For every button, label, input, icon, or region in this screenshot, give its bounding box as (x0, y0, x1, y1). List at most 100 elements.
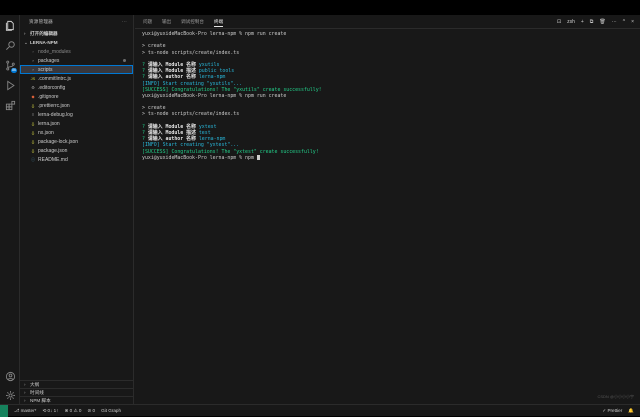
terminal-text: 请输入 Module 名称 (147, 123, 199, 130)
tree-item[interactable]: › packages (20, 56, 133, 65)
tree-item-label: README.md (38, 157, 68, 163)
terminal-text: > ts-node scripts/create/index.ts (142, 111, 240, 118)
tree-item[interactable]: JS .commitlintrc.js (20, 74, 133, 83)
more-actions-icon[interactable]: ··· (612, 15, 617, 29)
terminal-output[interactable]: yuxi@yuxideMacBook-Pro lerna-npm % npm r… (142, 31, 622, 161)
tree-item[interactable]: ⚙ .editorconfig (20, 83, 133, 92)
tree-item-label: scripts (38, 67, 53, 73)
tree-item-label: lerna-debug.log (38, 112, 73, 118)
explorer-title: 资源管理器 ··· (20, 15, 133, 29)
tree-item-label: .prettierrc.json (38, 103, 70, 109)
terminal-text: [INFO] Start creating "yxtest"... (142, 142, 240, 149)
close-panel-icon[interactable]: × (631, 15, 634, 29)
split-terminal-icon[interactable]: ⧉ (590, 15, 594, 29)
file-type-icon: {} (31, 139, 35, 144)
chevron-right-icon: › (32, 58, 34, 63)
terminal-panel: 问题 输出 调试控制台 终端 ⊡ zsh + ⧉ 🗑 ··· ^ × yuxi@… (135, 15, 640, 404)
open-editors-section[interactable]: › 打开的编辑器 (20, 29, 133, 38)
tree-item[interactable]: {} nx.json (20, 128, 133, 137)
explorer-sidebar: 资源管理器 ··· › 打开的编辑器 ⌄ LERNA-NPM › node_modul… (20, 15, 134, 404)
activity-bar: 86 (0, 15, 20, 404)
tree-item[interactable]: ◆ .gitignore (20, 92, 133, 101)
tree-item-label: nx.json (38, 130, 54, 136)
terminal-name[interactable]: zsh (567, 15, 575, 29)
file-type-icon: ≡ (31, 112, 35, 117)
project-label: LERNA-NPM (30, 40, 58, 45)
notifications-icon[interactable]: 🔔 (628, 408, 634, 414)
terminal-text: yxtest (198, 123, 217, 130)
tree-item-label: package.json (38, 148, 68, 154)
outline-section[interactable]: › 大纲 (20, 380, 133, 388)
tree-item[interactable]: ⓘ README.md (20, 155, 133, 164)
kill-terminal-icon[interactable]: 🗑 (599, 15, 605, 29)
terminal-text: yuxi@yuxideMacBook-Pro lerna-npm % npm (142, 154, 257, 161)
npm-scripts-label: NPM 脚本 (30, 398, 51, 403)
modified-dot (123, 59, 126, 62)
terminal-text: yuxi@yuxideMacBook-Pro lerna-npm % npm r… (142, 92, 287, 99)
file-type-icon: {} (31, 148, 35, 153)
remote-indicator[interactable] (0, 404, 8, 417)
terminal-text: lerna-npm (198, 74, 226, 81)
outline-label: 大纲 (30, 382, 40, 387)
sidebar-bottom-sections: › 大纲 › 时间线 › NPM 脚本 (20, 380, 133, 404)
file-type-icon: JS (30, 76, 36, 81)
terminal-text: > ts-node scripts/create/index.ts (142, 49, 240, 56)
new-terminal-icon[interactable]: + (581, 15, 584, 29)
terminal-text: > create (142, 43, 166, 50)
extensions-icon[interactable] (4, 99, 16, 111)
tab-terminal[interactable]: 终端 (214, 15, 224, 29)
ports-status[interactable]: ⊘ 0 (87, 408, 95, 414)
maximize-panel-icon[interactable]: ^ (623, 15, 625, 29)
tree-item[interactable]: {} lerna.json (20, 119, 133, 128)
vscode-window: 86 资源管理器 ··· › 打开的编辑器 ⌄ LERNA-NPM › node_mo… (0, 15, 640, 417)
terminal-actions: ⊡ zsh + ⧉ 🗑 ··· ^ × (557, 15, 634, 29)
source-control-badge: 86 (11, 68, 17, 73)
account-icon[interactable] (4, 370, 16, 382)
timeline-section[interactable]: › 时间线 (20, 388, 133, 396)
timeline-label: 时间线 (30, 390, 44, 395)
tab-output[interactable]: 输出 (162, 15, 171, 29)
file-type-icon: ⚙ (31, 85, 35, 90)
status-bar: ⎇ master* ⟲ 0↓ 1↑ ⊗ 0 ⚠ 0 ⊘ 0 Git Graph … (0, 404, 640, 417)
tree-item[interactable]: {} package.json (20, 146, 133, 155)
tree-item-label: .editorconfig (38, 85, 66, 91)
tree-item-label: .commitlintrc.js (38, 76, 72, 82)
watermark: CSDN @小小小小宇 (597, 394, 634, 399)
terminal-shell-icon[interactable]: ⊡ (557, 15, 561, 29)
tree-item-label: node_modules (38, 49, 71, 55)
explorer-more-icon[interactable]: ··· (122, 15, 127, 29)
tree-item-label: .gitignore (38, 94, 59, 100)
search-icon[interactable] (4, 39, 16, 51)
tree-item[interactable]: {} .prettierrc.json (20, 101, 133, 110)
project-section[interactable]: ⌄ LERNA-NPM (20, 38, 133, 47)
tab-debug-console[interactable]: 调试控制台 (181, 15, 204, 29)
source-control-icon[interactable]: 86 (4, 59, 17, 73)
npm-scripts-section[interactable]: › NPM 脚本 (20, 396, 133, 404)
terminal-text: [INFO] Start creating "yxutils"... (142, 80, 243, 87)
problems-status[interactable]: ⊗ 0 ⚠ 0 (65, 408, 82, 414)
file-type-icon: ◆ (31, 94, 35, 99)
branch-status[interactable]: ⎇ master* (14, 408, 36, 414)
git-graph-button[interactable]: Git Graph (101, 408, 121, 413)
tab-problems[interactable]: 问题 (143, 15, 152, 29)
tree-item-label: package-lock.json (38, 139, 79, 145)
tree-item[interactable]: ≡ lerna-debug.log (20, 110, 133, 119)
terminal-text: [SUCCESS] Congratulations! The "yxutils"… (142, 86, 322, 93)
branch-label: master* (20, 407, 37, 413)
terminal-text: yuxi@yuxideMacBook-Pro lerna-npm % npm r… (142, 31, 287, 37)
tree-item-label: packages (38, 58, 60, 64)
terminal-text: 请输入 author 名称 (147, 74, 199, 81)
sync-status[interactable]: ⟲ 0↓ 1↑ (42, 408, 58, 414)
run-debug-icon[interactable] (4, 79, 16, 91)
tree-item[interactable]: › scripts (20, 65, 133, 74)
file-tree: › node_modules › packages › scripts JS .commitl… (20, 47, 133, 164)
tree-item-label: lerna.json (38, 121, 60, 127)
settings-gear-icon[interactable] (4, 389, 16, 401)
tree-item[interactable]: {} package-lock.json (20, 137, 133, 146)
prettier-status[interactable]: ✓ Prettier (602, 408, 622, 414)
files-icon[interactable] (4, 19, 16, 31)
terminal-line: yuxi@yuxideMacBook-Pro lerna-npm % npm (142, 154, 622, 161)
tree-item[interactable]: › node_modules (20, 47, 133, 56)
terminal-text: > create (142, 105, 166, 112)
file-type-icon: {} (31, 103, 35, 108)
